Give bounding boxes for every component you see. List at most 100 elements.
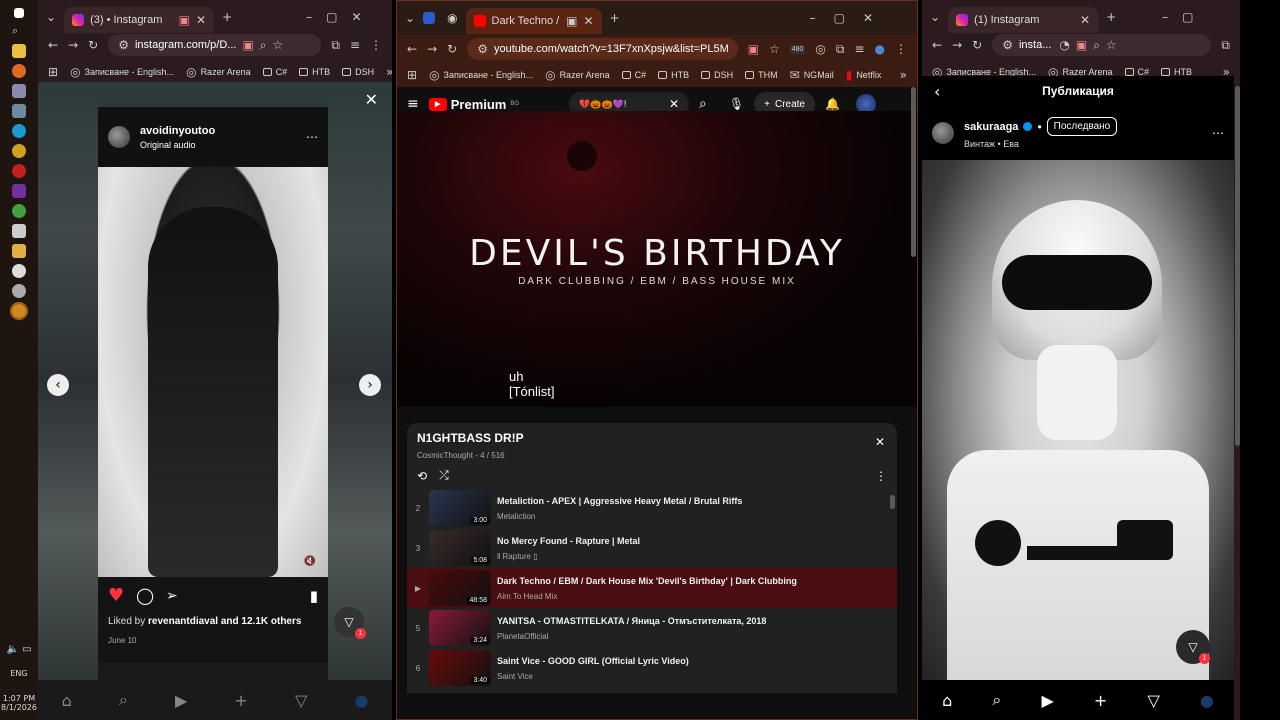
post-username[interactable]: avoidinyoutoo (140, 125, 215, 137)
record-tab-icon[interactable]: ◉ (447, 11, 457, 25)
messages-fab[interactable]: ▽ 1 (1176, 630, 1210, 664)
new-tab-icon[interactable]: + (610, 11, 620, 25)
close-window-icon[interactable]: ✕ (863, 11, 873, 25)
cast-icon[interactable]: ▣ (1076, 38, 1087, 52)
extensions-icon[interactable]: ⧉ (836, 42, 845, 57)
search-icon[interactable]: ⌕ (12, 24, 26, 38)
more-bookmarks-icon[interactable]: » (386, 65, 392, 79)
bookmark-item[interactable]: ◎ Записване - English... (429, 68, 533, 82)
previous-post-arrow[interactable]: ‹ (47, 374, 69, 396)
onenote-icon[interactable] (12, 184, 26, 198)
post-subtitle[interactable]: Винтаж • Ева (964, 139, 1117, 149)
bookmark-folder[interactable]: HTB (299, 67, 330, 77)
minimize-icon[interactable]: – (306, 10, 312, 24)
zoom-icon[interactable]: ⌕ (260, 38, 267, 53)
messages-fab[interactable]: ▽ 1 (334, 607, 366, 639)
new-tab-icon[interactable]: + (1106, 10, 1116, 24)
url-field[interactable]: ⚙ instagram.com/p/D... ▣ ⌕ ☆ (108, 34, 322, 56)
profile-icon[interactable]: ● (875, 42, 885, 56)
avatar[interactable] (108, 126, 130, 148)
close-tab-icon[interactable]: ✕ (1080, 13, 1090, 27)
more-options-icon[interactable]: ⋮ (875, 469, 887, 483)
video-thumbnail[interactable]: 3:24 (429, 610, 491, 646)
close-playlist-icon[interactable]: ✕ (875, 435, 885, 449)
media-icon[interactable]: ≡ (854, 42, 864, 56)
back-arrow-icon[interactable]: ‹ (934, 82, 940, 101)
firefox-icon[interactable] (12, 64, 26, 78)
close-tab-icon[interactable]: ✕ (583, 14, 593, 28)
windows-start-icon[interactable] (14, 8, 24, 18)
playlist-item[interactable]: 6 3:40 Saint Vice - GOOD GIRL (Official Ly… (407, 648, 897, 688)
playlist-item[interactable]: ▶ 48:58 Dark Techno / EBM / Dark House Mix… (407, 568, 897, 608)
create-icon[interactable]: + (234, 691, 247, 710)
site-info-icon[interactable]: ⚙ (1002, 38, 1013, 52)
video-thumbnail[interactable]: 3:40 (429, 650, 491, 686)
zoom-icon[interactable]: ⌕ (1093, 38, 1100, 53)
mute-icon[interactable]: 🔇 (304, 556, 316, 567)
bookmark-item[interactable]: ◎ Razer Arena (545, 68, 610, 82)
app-icon[interactable] (12, 284, 26, 298)
reload-icon[interactable]: ↻ (972, 38, 982, 52)
maximize-icon[interactable]: ▢ (1182, 10, 1193, 24)
forward-icon[interactable]: → (952, 38, 962, 52)
apps-grid-icon[interactable]: ⊞ (48, 65, 58, 79)
tab-media-icon[interactable]: ▣ (179, 13, 190, 27)
next-post-arrow[interactable]: › (359, 374, 381, 396)
app-icon[interactable] (12, 224, 26, 238)
bookmark-item[interactable]: ▮ Netflix (846, 68, 882, 82)
post-audio[interactable]: Original audio (140, 140, 215, 150)
steam-icon[interactable] (12, 264, 26, 278)
more-bookmarks-icon[interactable]: » (900, 68, 907, 82)
home-icon[interactable]: ⌂ (942, 691, 952, 710)
bookmark-folder[interactable]: THM (745, 70, 778, 80)
loop-icon[interactable]: ⟲ (417, 469, 427, 483)
bookmark-folder[interactable]: C# (621, 70, 646, 80)
app-icon[interactable] (12, 164, 26, 178)
tab-youtube[interactable]: Dark Techno / EBM / Dark ▣ ✕ (465, 8, 602, 34)
video-title[interactable]: Metaliction - APEX | Aggressive Heavy Me… (497, 496, 742, 506)
page-scrollbar[interactable] (911, 87, 916, 257)
bookmark-item[interactable]: ◎ Razer Arena (186, 65, 251, 79)
video-player[interactable]: DEVIL'S BIRTHDAY DARK CLUBBING / EBM / B… (397, 111, 917, 407)
likes-count[interactable]: and 12.1K others (221, 616, 302, 627)
comment-icon[interactable]: ◯ (136, 586, 154, 605)
apps-grid-icon[interactable]: ⊞ (407, 68, 417, 82)
search-icon[interactable]: ⌕ (992, 690, 1001, 710)
bookmark-folder[interactable]: DSH (701, 70, 733, 80)
voice-search-icon[interactable]: 🎙 (729, 97, 744, 111)
menu-icon[interactable]: ⋮ (895, 42, 907, 56)
clock-time[interactable]: 1:07 PM (0, 694, 38, 703)
extension-badge[interactable]: 480 (789, 44, 806, 54)
bookmark-folder[interactable]: DSH (342, 67, 374, 77)
profile-icon[interactable]: ● (354, 691, 368, 710)
search-icon[interactable]: ⌕ (119, 690, 128, 710)
tab-search-icon[interactable]: ⌄ (930, 10, 940, 24)
tab-search-icon[interactable]: ⌄ (46, 10, 56, 24)
video-title[interactable]: Dark Techno / EBM / Dark House Mix 'Devi… (497, 576, 797, 586)
video-thumbnail[interactable]: 48:58 (429, 570, 491, 606)
url-field[interactable]: ⚙ insta... ◔ ▣ ⌕ ☆ (992, 34, 1212, 56)
forward-icon[interactable]: → (68, 38, 78, 52)
speed-icon[interactable]: ◔ (1059, 38, 1069, 52)
liked-by-user[interactable]: revenantdiaval (148, 616, 218, 627)
url-field[interactable]: ⚙ youtube.com/watch?v=13F7xnXpsjw&list=P… (467, 38, 738, 60)
profile-icon[interactable]: ● (1200, 691, 1214, 710)
back-icon[interactable]: ← (407, 42, 417, 56)
bookmark-star-icon[interactable]: ☆ (273, 38, 284, 52)
cast-icon[interactable]: ▣ (748, 42, 759, 56)
clock-date[interactable]: 8/1/2026 (0, 703, 38, 712)
more-options-icon[interactable]: ⋯ (306, 130, 318, 144)
reels-icon[interactable]: ▶ (1041, 691, 1053, 710)
speaker-icon[interactable]: 🔈 ▭ (0, 644, 38, 655)
reload-icon[interactable]: ↻ (447, 42, 457, 56)
following-button[interactable]: Последвано (1046, 117, 1118, 136)
shuffle-icon[interactable]: ⤮ (439, 468, 449, 483)
tab-media-icon[interactable]: ▣ (566, 14, 577, 28)
bookmark-folder[interactable]: HTB (658, 70, 689, 80)
notifications-bell-icon[interactable]: 🔔 (825, 97, 840, 111)
home-icon[interactable]: ⌂ (62, 691, 72, 710)
chrome-icon[interactable] (12, 204, 26, 218)
save-bookmark-icon[interactable]: ▮ (310, 587, 318, 605)
maximize-icon[interactable]: ▢ (326, 10, 337, 24)
bookmark-item[interactable]: ◎ Записване - English... (70, 65, 174, 79)
